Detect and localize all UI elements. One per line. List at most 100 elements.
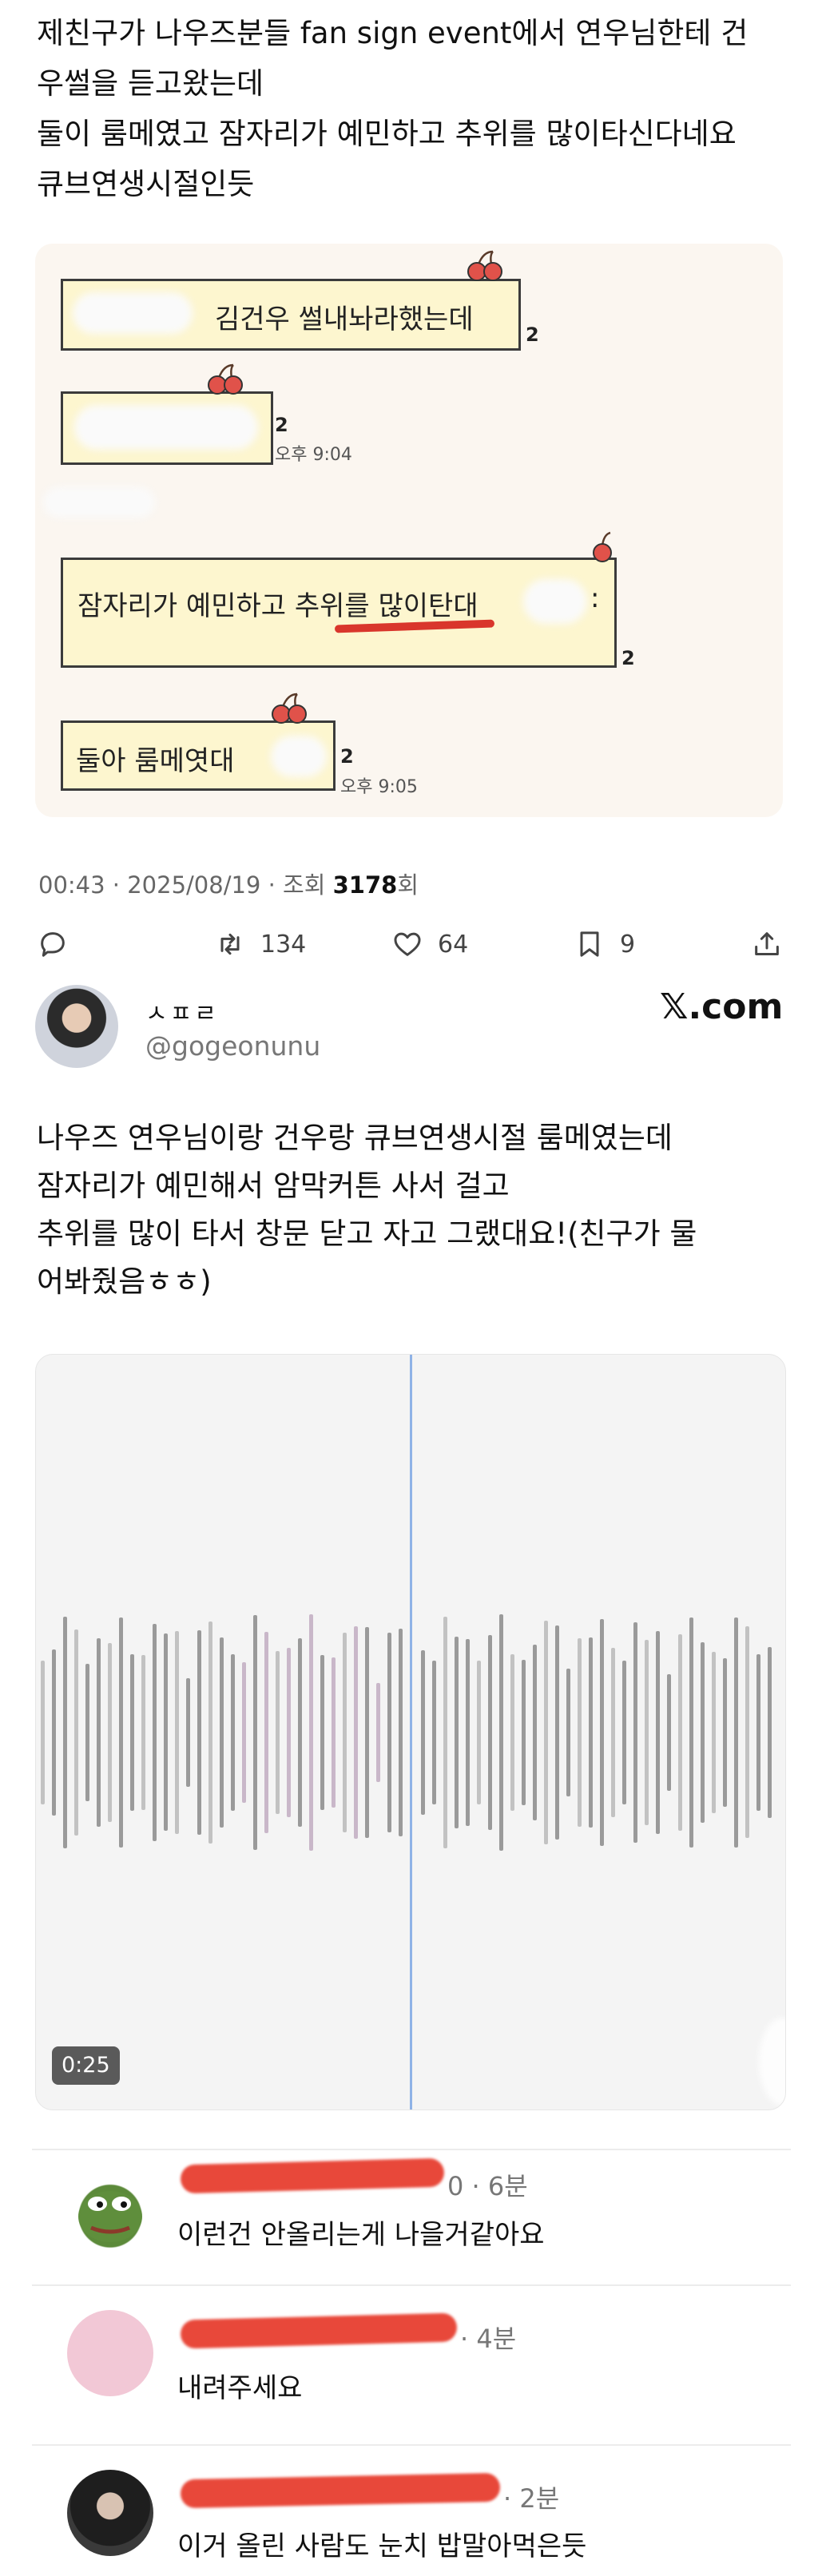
waveform-bar — [421, 1649, 425, 1816]
quoted-tweet-text: 나우즈 연우님이랑 건우랑 큐브연생시절 룸메였는데 잠자리가 예민해서 암막커… — [37, 1121, 697, 1299]
comment-avatar[interactable] — [67, 2169, 153, 2255]
redacted-username — [180, 2157, 445, 2194]
waveform-bar — [186, 1678, 190, 1787]
chat-bubble-text: 김건우 썰내놔라했는데 — [215, 304, 474, 335]
heart-icon — [394, 932, 421, 956]
like-button[interactable]: 64 — [391, 927, 468, 962]
tweet-meta: 00:43 · 2025/08/19 · 조회 3178회 — [38, 867, 419, 900]
cherry-icon — [208, 363, 243, 395]
waveform-bar — [141, 1655, 145, 1810]
waveform-bar — [723, 1657, 727, 1808]
comment-avatar[interactable] — [67, 2310, 153, 2396]
read-count: 2 — [275, 414, 288, 436]
bookmark-button[interactable]: 9 — [574, 927, 635, 962]
comment-meta: · 2분 — [503, 2483, 560, 2514]
waveform-bar — [712, 1652, 716, 1813]
waveform-bar — [197, 1629, 201, 1836]
x-logo: 𝕏.com — [660, 986, 784, 1027]
waveform-bar — [432, 1661, 436, 1804]
audio-duration: 0:25 — [52, 2046, 120, 2085]
waveform-bar — [589, 1637, 593, 1828]
waveform-bar — [656, 1630, 660, 1835]
retweet-count: 134 — [260, 930, 307, 959]
waveform-bar — [320, 1654, 324, 1811]
share-button[interactable] — [751, 927, 783, 962]
chat-bubble-text: 잠자리가 예민하고 추위를 많이탄대 — [77, 590, 478, 622]
waveform-bar — [119, 1617, 123, 1848]
waveform-bar — [745, 1626, 749, 1839]
waveform-bar — [499, 1613, 503, 1852]
audio-player[interactable]: 0:25 — [35, 1354, 786, 2110]
waveform-bar — [332, 1657, 336, 1808]
tweet-timestamp: 00:43 · 2025/08/19 · 조회 — [38, 871, 333, 899]
chat-screenshot: 김건우 썰내놔라했는데 2 2 오후 9:04 잠자리가 예민하고 추위를 많이… — [35, 244, 783, 817]
cherry-icon — [272, 693, 307, 724]
waveform-bar — [555, 1625, 559, 1840]
redacted-username — [180, 2312, 458, 2349]
waveform-bar — [264, 1632, 268, 1833]
waveform-bar — [667, 1673, 671, 1792]
redacted-username — [180, 2472, 501, 2509]
blurred-name — [73, 292, 193, 334]
waveform-bar — [130, 1654, 134, 1811]
retweet-icon — [220, 933, 240, 955]
retweet-button[interactable]: 134 — [214, 927, 306, 962]
waveform-bar — [466, 1639, 470, 1826]
waveform-bar — [600, 1618, 604, 1847]
waveform-bar — [253, 1615, 257, 1850]
waveform-bar — [85, 1664, 89, 1801]
waveform-bar — [63, 1617, 67, 1848]
read-count: 2 — [621, 647, 635, 669]
waveform-bar — [578, 1638, 582, 1827]
waveform-bar — [622, 1661, 626, 1804]
comment-text: 내려주세요 — [177, 2372, 303, 2404]
blurred-separator — [43, 487, 155, 518]
playhead[interactable] — [410, 1355, 412, 2110]
waveform-bar — [376, 1683, 380, 1782]
bookmark-icon — [580, 931, 599, 957]
message-time: 오후 9:04 — [275, 445, 352, 465]
waveform-bar — [343, 1633, 347, 1832]
waveform-bar — [242, 1661, 246, 1804]
waveform-bar — [153, 1623, 157, 1842]
waveform-bar — [443, 1617, 447, 1848]
tweet-text: 제친구가 나우즈분들 fan sign event에서 연우님한테 건 우썰을 … — [37, 16, 749, 201]
waveform-bar — [387, 1633, 391, 1832]
cherry-icon — [467, 250, 502, 281]
waveform-bar — [97, 1638, 101, 1827]
blurred-content — [74, 405, 258, 450]
comment-avatar[interactable] — [67, 2470, 153, 2556]
read-count: 2 — [526, 323, 539, 346]
blurred-content — [523, 579, 587, 624]
waveform-bar — [164, 1633, 168, 1832]
account-name[interactable]: ㅅㅍㄹ — [145, 994, 219, 1029]
chat-bubble: 둘아 룸메엿대 — [61, 720, 336, 791]
waveform-bar — [41, 1661, 45, 1804]
avatar[interactable] — [35, 985, 118, 1068]
like-count: 64 — [438, 930, 469, 959]
comment-text: 이런건 안올리는게 나을거같아요 — [177, 2219, 545, 2251]
account-handle[interactable]: @gogeonunu — [145, 1030, 320, 1062]
waveform-bar — [768, 1646, 772, 1819]
waveform-bar — [477, 1660, 481, 1805]
waveform-bar — [533, 1645, 537, 1820]
reply-button[interactable] — [37, 927, 69, 962]
waveform-bar — [74, 1629, 78, 1836]
view-count: 3178 — [332, 871, 398, 899]
waveform-bar — [365, 1626, 369, 1839]
chat-bubble-suffix: : — [590, 582, 600, 614]
waveform-bar — [108, 1643, 112, 1822]
comment-meta: · 4분 — [460, 2324, 517, 2354]
waveform-bar — [354, 1625, 358, 1840]
waveform-bar — [510, 1654, 514, 1811]
waveform-bar — [701, 1641, 705, 1824]
waveform-bar — [220, 1637, 224, 1828]
comment-meta: 0 · 6분 — [447, 2171, 528, 2201]
waveform-bar — [455, 1636, 459, 1828]
frog-icon — [78, 2191, 142, 2242]
waveform-bar — [645, 1639, 649, 1826]
waveform-bar — [231, 1654, 235, 1811]
share-icon — [755, 932, 779, 955]
swipe-hint — [759, 2018, 785, 2106]
message-time: 오후 9:05 — [340, 777, 418, 797]
